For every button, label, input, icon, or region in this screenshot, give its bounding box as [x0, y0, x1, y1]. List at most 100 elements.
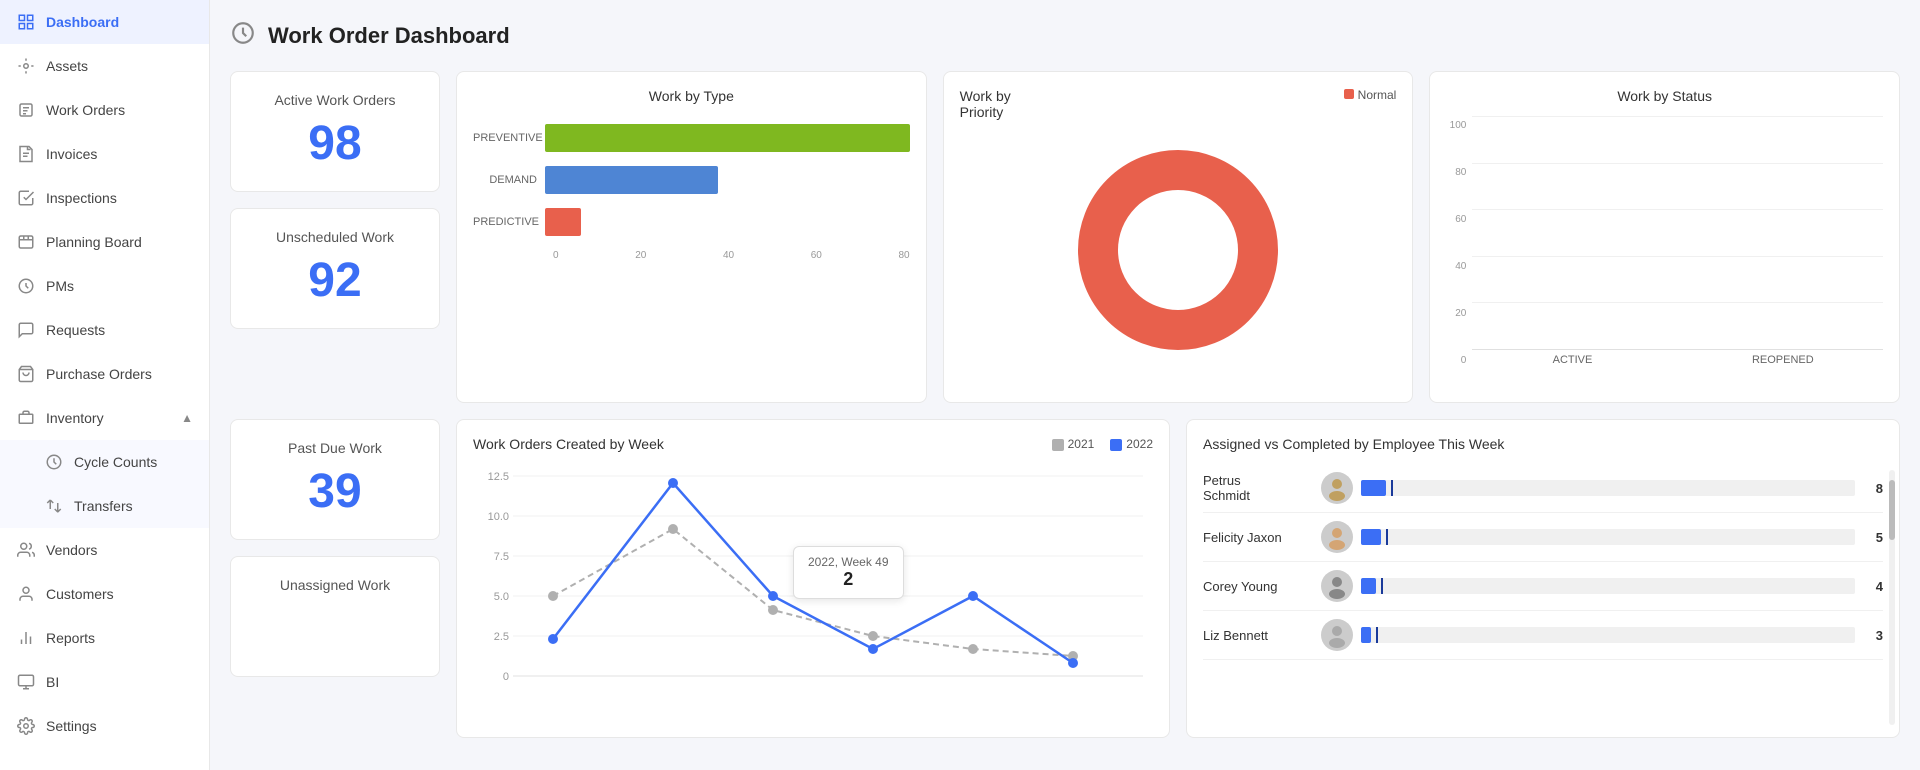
active-work-orders-card: Active Work Orders 98 [230, 71, 440, 192]
vbar-label-active: ACTIVE [1492, 354, 1652, 366]
settings-icon [16, 716, 36, 736]
bar-fill-preventive [545, 124, 910, 152]
sidebar-item-transfers[interactable]: Transfers [0, 484, 209, 528]
employee-name-petrus: PetrusSchmidt [1203, 473, 1313, 503]
point-2022-4 [968, 591, 978, 601]
bar-track-predictive [545, 208, 910, 236]
sidebar-item-work-orders[interactable]: Work Orders [0, 88, 209, 132]
axis-40: 40 [723, 250, 734, 261]
svg-text:12.5: 12.5 [488, 471, 509, 483]
employee-bar-fill-liz [1361, 627, 1371, 643]
y-40: 40 [1446, 261, 1466, 272]
transfers-icon [44, 496, 64, 516]
bar-divider-liz [1376, 627, 1378, 643]
point-2021-0 [548, 591, 558, 601]
legend-2022: 2022 [1110, 437, 1153, 451]
bar-label-predictive: PREDICTIVE [473, 216, 545, 228]
sidebar-item-pms[interactable]: PMs [0, 264, 209, 308]
point-2022-2 [768, 591, 778, 601]
unassigned-work-card: Unassigned Work [230, 556, 440, 677]
employee-name-corey: Corey Young [1203, 579, 1313, 594]
point-2021-4 [968, 644, 978, 654]
work-by-priority-title: Work by Priority [960, 88, 1040, 120]
past-due-work-card: Past Due Work 39 [230, 419, 440, 540]
sidebar-item-bi[interactable]: BI [0, 660, 209, 704]
sidebar-label-vendors: Vendors [46, 542, 97, 558]
reports-icon [16, 628, 36, 648]
bar-row-demand: DEMAND [473, 166, 910, 194]
customers-icon [16, 584, 36, 604]
employee-bar-track-corey [1361, 578, 1855, 594]
vbar-container [1472, 116, 1883, 350]
bar-track-preventive [545, 124, 910, 152]
sidebar-item-customers[interactable]: Customers [0, 572, 209, 616]
sidebar-label-purchase-orders: Purchase Orders [46, 366, 152, 382]
bar-fill-demand [545, 166, 718, 194]
work-orders-icon [16, 100, 36, 120]
employee-name-felicity: Felicity Jaxon [1203, 530, 1313, 545]
work-by-type-title: Work by Type [473, 88, 910, 104]
bottom-row: Past Due Work 39 Unassigned Work Work Or… [230, 419, 1900, 738]
page-header: Work Order Dashboard [230, 20, 1900, 51]
sidebar-item-inventory[interactable]: Inventory ▲ [0, 396, 209, 440]
sidebar-item-inspections[interactable]: Inspections [0, 176, 209, 220]
unscheduled-work-card: Unscheduled Work 92 [230, 208, 440, 329]
sidebar-label-customers: Customers [46, 586, 114, 602]
scroll-thumb [1889, 480, 1895, 540]
y-20: 20 [1446, 308, 1466, 319]
line-chart-legend: 2021 2022 [1052, 437, 1153, 451]
sidebar-item-invoices[interactable]: Invoices [0, 132, 209, 176]
sidebar-item-dashboard[interactable]: Dashboard [0, 0, 209, 44]
sidebar-item-cycle-counts[interactable]: Cycle Counts [0, 440, 209, 484]
sidebar-label-cycle-counts: Cycle Counts [74, 454, 157, 470]
sidebar-item-requests[interactable]: Requests [0, 308, 209, 352]
bi-icon [16, 672, 36, 692]
work-orders-by-week-card: Work Orders Created by Week 2021 2022 [456, 419, 1170, 738]
planning-board-icon [16, 232, 36, 252]
bar-divider-corey [1381, 578, 1383, 594]
vbar-labels: ACTIVE REOPENED [1472, 350, 1883, 366]
y-axis: 0 20 40 60 80 100 [1446, 116, 1472, 386]
scroll-track [1889, 470, 1895, 725]
svg-text:0: 0 [503, 671, 509, 683]
employee-bar-fill-corey [1361, 578, 1376, 594]
legend-normal: Normal [1344, 88, 1397, 102]
sidebar-item-reports[interactable]: Reports [0, 616, 209, 660]
employee-name-liz: Liz Bennett [1203, 628, 1313, 643]
employee-avatar-petrus [1321, 472, 1353, 504]
sidebar-label-assets: Assets [46, 58, 88, 74]
axis-80: 80 [899, 250, 910, 261]
cycle-counts-icon [44, 452, 64, 472]
line-chart-container: 0 2.5 5.0 7.5 10.0 12.5 15.0 [473, 456, 1153, 721]
point-2021-1 [668, 524, 678, 534]
employee-row-corey: Corey Young 4 [1203, 562, 1883, 611]
sidebar-label-transfers: Transfers [74, 498, 133, 514]
unscheduled-work-value: 92 [247, 253, 423, 308]
bar-divider-petrus [1391, 480, 1393, 496]
line-chart-svg: 0 2.5 5.0 7.5 10.0 12.5 15.0 [473, 456, 1153, 716]
sidebar-label-pms: PMs [46, 278, 74, 294]
sidebar-item-settings[interactable]: Settings [0, 704, 209, 748]
work-by-status-card: Work by Status 0 20 40 60 80 100 [1429, 71, 1900, 403]
employee-count-felicity: 5 [1863, 530, 1883, 545]
sidebar-item-planning-board[interactable]: Planning Board [0, 220, 209, 264]
employee-row-liz: Liz Bennett 3 [1203, 611, 1883, 660]
dashboard-header-icon [230, 20, 256, 51]
inventory-chevron-icon: ▲ [181, 411, 193, 425]
purchase-orders-icon [16, 364, 36, 384]
bar-fill-predictive [545, 208, 581, 236]
sidebar-item-assets[interactable]: Assets [0, 44, 209, 88]
sidebar-item-vendors[interactable]: Vendors [0, 528, 209, 572]
stat-cards-column: Active Work Orders 98 Unscheduled Work 9… [230, 71, 440, 403]
work-by-status-title: Work by Status [1446, 88, 1883, 104]
line-2021 [553, 529, 1073, 656]
sidebar-label-planning-board: Planning Board [46, 234, 142, 250]
assigned-vs-completed-title: Assigned vs Completed by Employee This W… [1203, 436, 1504, 452]
sidebar-label-reports: Reports [46, 630, 95, 646]
bar-label-preventive: PREVENTIVE [473, 132, 545, 144]
inspections-icon [16, 188, 36, 208]
point-2021-2 [768, 605, 778, 615]
sidebar-item-purchase-orders[interactable]: Purchase Orders [0, 352, 209, 396]
work-by-type-card: Work by Type PREVENTIVE DEMAND [456, 71, 927, 403]
employee-avatar-corey [1321, 570, 1353, 602]
